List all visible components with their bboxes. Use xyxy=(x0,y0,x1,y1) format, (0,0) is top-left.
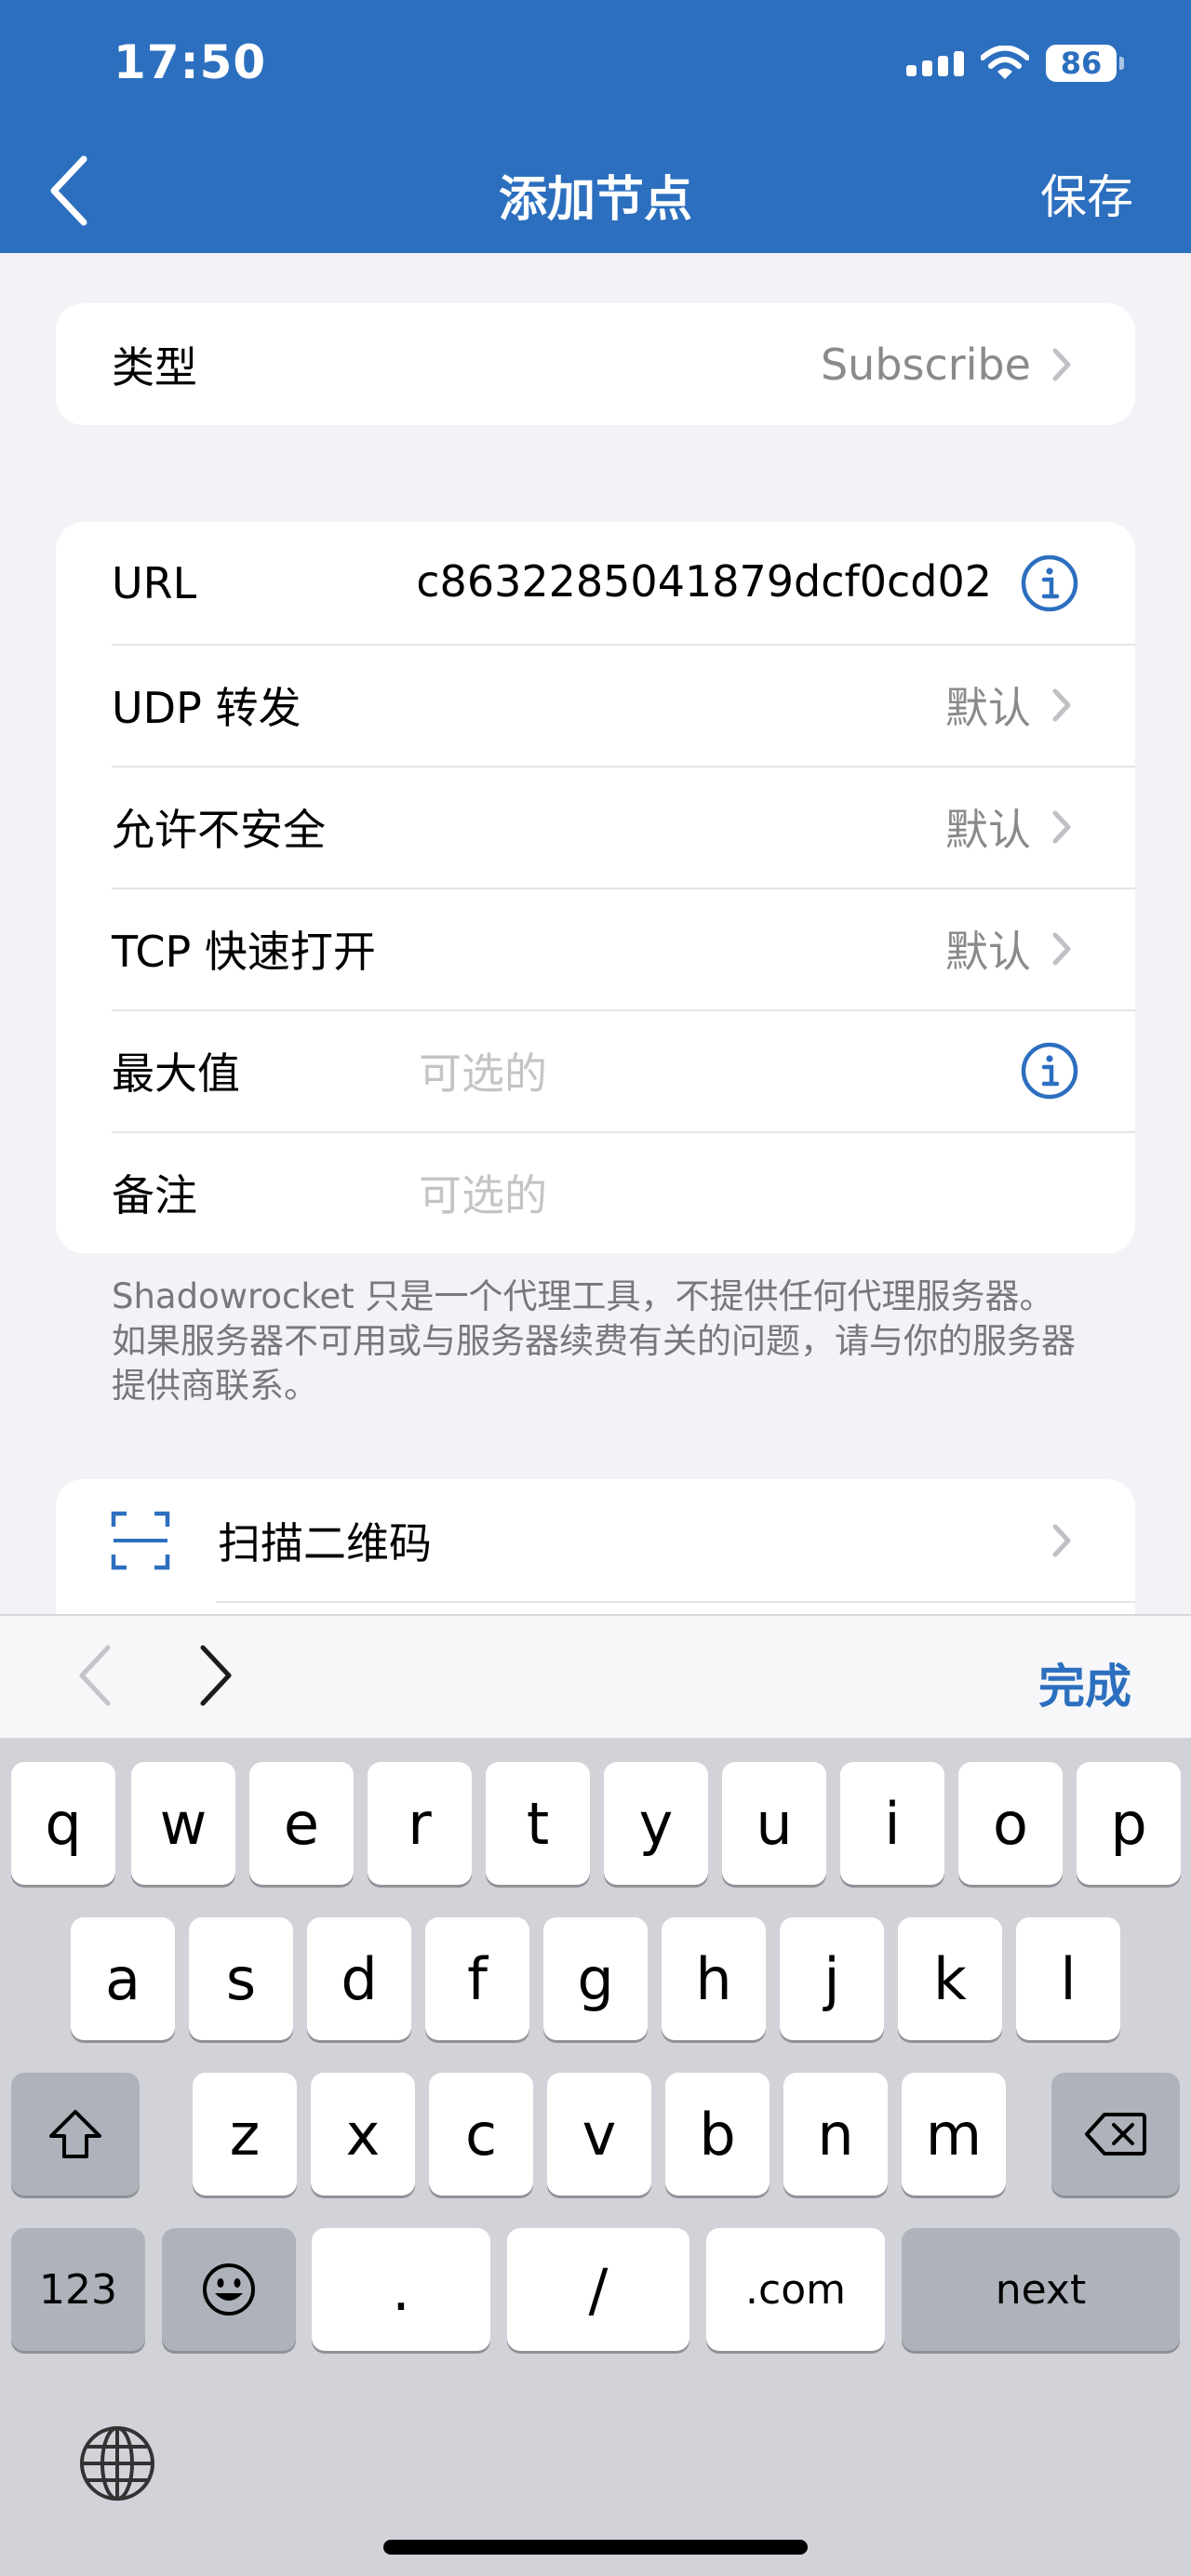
key-q[interactable]: q xyxy=(11,1762,115,1885)
key-h[interactable]: h xyxy=(662,1917,766,2040)
key-x[interactable]: x xyxy=(311,2073,415,2196)
key-m[interactable]: m xyxy=(902,2073,1006,2196)
page-title: 添加节点 xyxy=(498,172,692,228)
allow-insecure-row[interactable]: 允许不安全 默认 xyxy=(56,766,1135,888)
key-k[interactable]: k xyxy=(898,1917,1002,2040)
chevron-right-icon xyxy=(1051,808,1079,846)
chevron-right-icon xyxy=(1051,930,1079,968)
next-key[interactable]: next xyxy=(902,2228,1180,2351)
url-label: URL xyxy=(112,557,197,608)
divider xyxy=(216,1601,1135,1603)
key-d[interactable]: d xyxy=(307,1917,411,2040)
type-card: 类型 Subscribe xyxy=(56,303,1135,425)
url-row: URL c8632285041879dcf0cd02 xyxy=(56,522,1135,644)
key-j[interactable]: j xyxy=(780,1917,884,2040)
tcp-fast-open-label: TCP 快速打开 xyxy=(112,926,376,977)
previous-field-icon[interactable] xyxy=(76,1644,114,1707)
allow-insecure-value: 默认 xyxy=(945,804,1031,855)
udp-label: UDP 转发 xyxy=(112,682,301,733)
home-indicator xyxy=(383,2540,808,2555)
max-value-row: 最大值 可选的 xyxy=(56,1009,1135,1131)
key-c[interactable]: c xyxy=(429,2073,533,2196)
key-t[interactable]: t xyxy=(486,1762,590,1885)
emoji-key[interactable] xyxy=(162,2228,296,2351)
remark-label: 备注 xyxy=(112,1169,197,1221)
shift-key[interactable] xyxy=(11,2073,140,2196)
key-r[interactable]: r xyxy=(368,1762,472,1885)
disclaimer-text: Shadowrocket 只是一个代理工具，不提供任何代理服务器。如果服务器不可… xyxy=(112,1276,1076,1406)
done-button[interactable]: 完成 xyxy=(1038,1649,1131,1716)
key-u[interactable]: u xyxy=(722,1762,826,1885)
shift-icon xyxy=(49,2110,101,2158)
nav-header: 17:50 86 添加节点 保存 xyxy=(0,0,1191,253)
udp-value: 默认 xyxy=(945,682,1031,733)
key-v[interactable]: v xyxy=(547,2073,651,2196)
info-icon[interactable] xyxy=(1020,554,1079,613)
scan-qr-label: 扫描二维码 xyxy=(218,1517,432,1568)
keyboard: q w e r t y u i o p a s d f g h j k l z … xyxy=(0,1738,1191,2576)
next-field-icon[interactable] xyxy=(197,1644,234,1707)
period-key[interactable]: . xyxy=(312,2228,490,2351)
key-i[interactable]: i xyxy=(840,1762,944,1885)
key-w[interactable]: w xyxy=(131,1762,235,1885)
globe-icon[interactable] xyxy=(78,2424,156,2503)
chevron-right-icon xyxy=(1051,346,1079,383)
cellular-signal-icon xyxy=(906,50,964,76)
max-value-label: 最大值 xyxy=(112,1048,240,1099)
node-form-card: URL c8632285041879dcf0cd02 UDP 转发 默认 允许不… xyxy=(56,522,1135,1253)
udp-relay-row[interactable]: UDP 转发 默认 xyxy=(56,644,1135,766)
url-text: c8632285041879dcf0cd02 xyxy=(419,556,992,607)
key-g[interactable]: g xyxy=(543,1917,648,2040)
key-a[interactable]: a xyxy=(71,1917,175,2040)
key-e[interactable]: e xyxy=(249,1762,354,1885)
type-label: 类型 xyxy=(112,341,197,393)
status-icons: 86 xyxy=(906,45,1124,82)
key-z[interactable]: z xyxy=(193,2073,297,2196)
delete-key[interactable] xyxy=(1051,2073,1180,2196)
tcp-fast-open-value: 默认 xyxy=(945,926,1031,977)
emoji-icon xyxy=(203,2263,255,2316)
remark-input[interactable]: 可选的 xyxy=(419,1162,1079,1223)
type-row[interactable]: 类型 Subscribe xyxy=(56,303,1135,425)
scan-qr-row[interactable]: 扫描二维码 xyxy=(56,1479,1135,1601)
tcp-fast-open-row[interactable]: TCP 快速打开 默认 xyxy=(56,888,1135,1009)
slash-key[interactable]: / xyxy=(507,2228,689,2351)
key-b[interactable]: b xyxy=(665,2073,769,2196)
qr-scan-icon xyxy=(111,1511,170,1569)
key-s[interactable]: s xyxy=(189,1917,293,2040)
key-l[interactable]: l xyxy=(1016,1917,1120,2040)
url-input[interactable]: c8632285041879dcf0cd02 xyxy=(419,556,992,609)
chevron-right-icon xyxy=(1051,687,1079,724)
wifi-icon xyxy=(981,46,1029,79)
save-button[interactable]: 保存 xyxy=(1040,160,1133,227)
max-value-input[interactable]: 可选的 xyxy=(419,1040,992,1101)
type-value: Subscribe xyxy=(820,339,1031,390)
backspace-icon xyxy=(1085,2113,1146,2156)
allow-insecure-label: 允许不安全 xyxy=(112,804,326,855)
chevron-right-icon xyxy=(1051,1522,1079,1559)
keyboard-toolbar: 完成 xyxy=(0,1614,1191,1738)
key-o[interactable]: o xyxy=(958,1762,1063,1885)
status-time: 17:50 xyxy=(114,35,267,89)
info-icon[interactable] xyxy=(1020,1041,1079,1101)
key-n[interactable]: n xyxy=(783,2073,888,2196)
numbers-key[interactable]: 123 xyxy=(11,2228,145,2351)
key-f[interactable]: f xyxy=(425,1917,529,2040)
battery-icon: 86 xyxy=(1046,45,1124,82)
dotcom-key[interactable]: .com xyxy=(706,2228,885,2351)
key-p[interactable]: p xyxy=(1077,1762,1181,1885)
remark-row: 备注 可选的 xyxy=(56,1131,1135,1253)
key-y[interactable]: y xyxy=(604,1762,708,1885)
